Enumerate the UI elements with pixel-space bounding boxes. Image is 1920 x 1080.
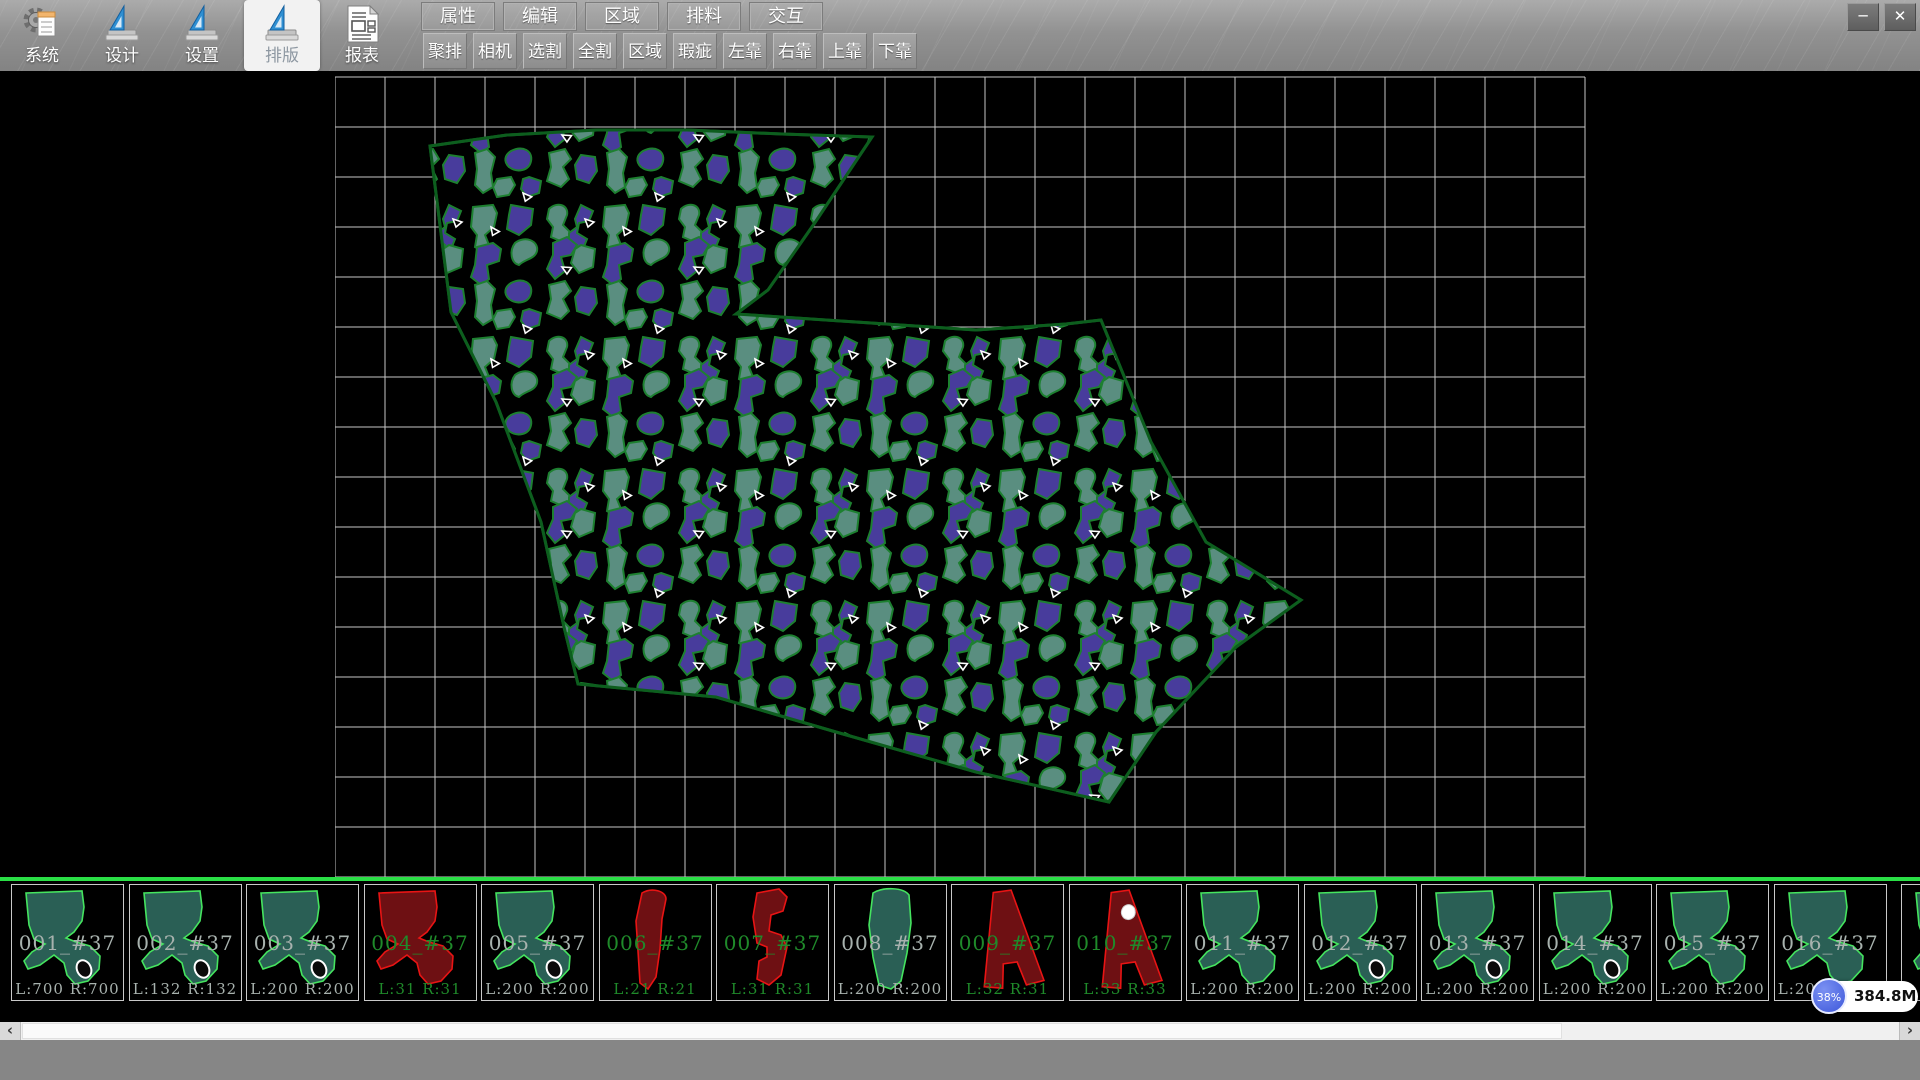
nav-label: 报表 bbox=[345, 45, 379, 67]
nav-system[interactable]: 系统 bbox=[4, 0, 80, 71]
status-pill: 38% 384.8M bbox=[1812, 981, 1918, 1012]
menu-tabs: 属性编辑区域排料交互 bbox=[422, 3, 832, 30]
nav-report[interactable]: 报表 bbox=[324, 0, 400, 71]
piece-id-label: 010_#37 bbox=[1070, 931, 1181, 955]
piece-id-label: 014_#37 bbox=[1540, 931, 1651, 955]
tab-interact[interactable]: 交互 bbox=[750, 3, 822, 30]
system-gear-icon bbox=[21, 3, 63, 45]
tool-defect[interactable]: 瑕疵 bbox=[673, 33, 717, 69]
piece-id-label: 002_#37 bbox=[130, 931, 241, 955]
status-bar bbox=[0, 1040, 1920, 1080]
piece-id-label: 001_#37 bbox=[12, 931, 123, 955]
scroll-left-icon[interactable]: ‹ bbox=[0, 1022, 21, 1040]
piece-lr-count: L:33 R:33 bbox=[1070, 980, 1181, 998]
thumbnail-cell[interactable]: 002_#37 L:132 R:132 bbox=[129, 884, 242, 1001]
piece-lr-count: L:21 R:21 bbox=[600, 980, 711, 998]
piece-id-label: 007_#37 bbox=[717, 931, 828, 955]
piece-lr-count: L:200 R:200 bbox=[835, 980, 946, 998]
piece-lr-count: L:32 R:31 bbox=[952, 980, 1063, 998]
piece-lr-count: L:200 R:200 bbox=[247, 980, 358, 998]
tab-region[interactable]: 区域 bbox=[586, 3, 658, 30]
thumbnail-cell[interactable]: 014_#37 L:200 R:200 bbox=[1539, 884, 1652, 1001]
nav-label: 设计 bbox=[105, 45, 139, 67]
piece-lr-count: L:200 R:200 bbox=[482, 980, 593, 998]
window-controls: ─✕ bbox=[1847, 3, 1916, 31]
tab-properties[interactable]: 属性 bbox=[422, 3, 494, 30]
scroll-right-icon[interactable]: › bbox=[1899, 1022, 1920, 1040]
piece-lr-count: L:200 R:200 bbox=[1422, 980, 1533, 998]
thumbnail-cell[interactable]: 003_#37 L:200 R:200 bbox=[246, 884, 359, 1001]
piece-id-label: 005_#37 bbox=[482, 931, 593, 955]
tool-row: 聚排相机选割全割区域瑕疵左靠右靠上靠下靠 bbox=[423, 33, 923, 69]
piece-lr-count: L:31 R:31 bbox=[365, 980, 476, 998]
nav-design[interactable]: 设计 bbox=[84, 0, 160, 71]
piece-outline bbox=[1914, 891, 1920, 984]
tool-region[interactable]: 区域 bbox=[623, 33, 667, 69]
piece-id-label: 011_#37 bbox=[1187, 931, 1298, 955]
thumbnail-cell[interactable]: 001_#37 L:700 R:700 bbox=[11, 884, 124, 1001]
tool-select-cut[interactable]: 选割 bbox=[523, 33, 567, 69]
piece-lr-count: L:132 R:132 bbox=[130, 980, 241, 998]
piece-lr-count: L:31 R:31 bbox=[717, 980, 828, 998]
horizontal-scrollbar[interactable]: ‹ › bbox=[0, 1022, 1920, 1040]
thumbnail-cell[interactable]: 004_#37 L:31 R:31 bbox=[364, 884, 477, 1001]
piece-thumbnail-strip: 001_#37 L:700 R:700 002_#37 L:132 R:132 003_… bbox=[0, 877, 1920, 1022]
thumbnail-cell[interactable]: 006_#37 L:21 R:21 bbox=[599, 884, 712, 1001]
piece-id-label: 009_#37 bbox=[952, 931, 1063, 955]
piece-lr-count: L:700 R:700 bbox=[12, 980, 123, 998]
scrollbar-thumb[interactable] bbox=[22, 1023, 1562, 1039]
piece-id-label: 003_#37 bbox=[247, 931, 358, 955]
tab-nesting[interactable]: 排料 bbox=[668, 3, 740, 30]
tool-camera[interactable]: 相机 bbox=[473, 33, 517, 69]
nesting-canvas[interactable] bbox=[0, 71, 1920, 877]
piece-lr-count: L:200 R:200 bbox=[1187, 980, 1298, 998]
thumbnail-cell[interactable]: 011_#37 L:200 R:200 bbox=[1186, 884, 1299, 1001]
close-button[interactable]: ✕ bbox=[1884, 3, 1916, 31]
thumbnail-cell[interactable]: 013_#37 L:200 R:200 bbox=[1421, 884, 1534, 1001]
app-window: 系统设计设置排版报表 属性编辑区域排料交互 聚排相机选割全割区域瑕疵左靠右靠上靠… bbox=[0, 0, 1920, 1080]
tool-align-left[interactable]: 左靠 bbox=[723, 33, 767, 69]
nav-layout[interactable]: 排版 bbox=[244, 0, 320, 71]
set-square-icon bbox=[181, 3, 223, 45]
piece-lr-count: L:200 R:200 bbox=[1305, 980, 1416, 998]
thumbnail-cell[interactable]: 008_#37 L:200 R:200 bbox=[834, 884, 947, 1001]
tool-cluster-nest[interactable]: 聚排 bbox=[423, 33, 467, 69]
thumbnail-cell[interactable]: 010_#37 L:33 R:33 bbox=[1069, 884, 1182, 1001]
nav-label: 排版 bbox=[265, 45, 299, 67]
toolbar: 系统设计设置排版报表 属性编辑区域排料交互 聚排相机选割全割区域瑕疵左靠右靠上靠… bbox=[0, 0, 1920, 71]
thumbnail-cell[interactable]: 009_#37 L:32 R:31 bbox=[951, 884, 1064, 1001]
tool-align-right[interactable]: 右靠 bbox=[773, 33, 817, 69]
nav-settings[interactable]: 设置 bbox=[164, 0, 240, 71]
piece-lr-count: L:200 R:200 bbox=[1540, 980, 1651, 998]
minimize-button[interactable]: ─ bbox=[1847, 3, 1879, 31]
nav-label: 系统 bbox=[25, 45, 59, 67]
thumbnail-cell[interactable]: 012_#37 L:200 R:200 bbox=[1304, 884, 1417, 1001]
progress-badge: 38% bbox=[1811, 978, 1847, 1014]
tab-edit[interactable]: 编辑 bbox=[504, 3, 576, 30]
tool-cut-all[interactable]: 全割 bbox=[573, 33, 617, 69]
piece-lr-count: L:200 R:200 bbox=[1657, 980, 1768, 998]
set-square-icon bbox=[101, 3, 143, 45]
piece-id-label: 013_#37 bbox=[1422, 931, 1533, 955]
piece-id-label: 015_#37 bbox=[1657, 931, 1768, 955]
leather-hide[interactable] bbox=[335, 71, 1586, 877]
strip-divider bbox=[0, 877, 1920, 881]
piece-id-label: 006_#37 bbox=[600, 931, 711, 955]
thumbnail-cell[interactable]: 015_#37 L:200 R:200 bbox=[1656, 884, 1769, 1001]
piece-id-label: 016_#37 bbox=[1775, 931, 1886, 955]
nav-buttons: 系统 设计 设置 排版 报表 bbox=[4, 0, 404, 71]
tool-align-bottom[interactable]: 下靠 bbox=[873, 33, 917, 69]
tool-align-top[interactable]: 上靠 bbox=[823, 33, 867, 69]
memory-usage: 384.8M bbox=[1854, 981, 1916, 1012]
piece-id-label: 012_#37 bbox=[1305, 931, 1416, 955]
piece-id-label: 008_#37 bbox=[835, 931, 946, 955]
thumbnail-cell[interactable]: 007_#37 L:31 R:31 bbox=[716, 884, 829, 1001]
report-doc-icon bbox=[341, 3, 383, 45]
nav-label: 设置 bbox=[185, 45, 219, 67]
hide-nesting-view[interactable] bbox=[335, 71, 1586, 877]
piece-id-label: 004_#37 bbox=[365, 931, 476, 955]
thumbnail-cell[interactable]: 005_#37 L:200 R:200 bbox=[481, 884, 594, 1001]
set-square-icon bbox=[261, 3, 303, 45]
